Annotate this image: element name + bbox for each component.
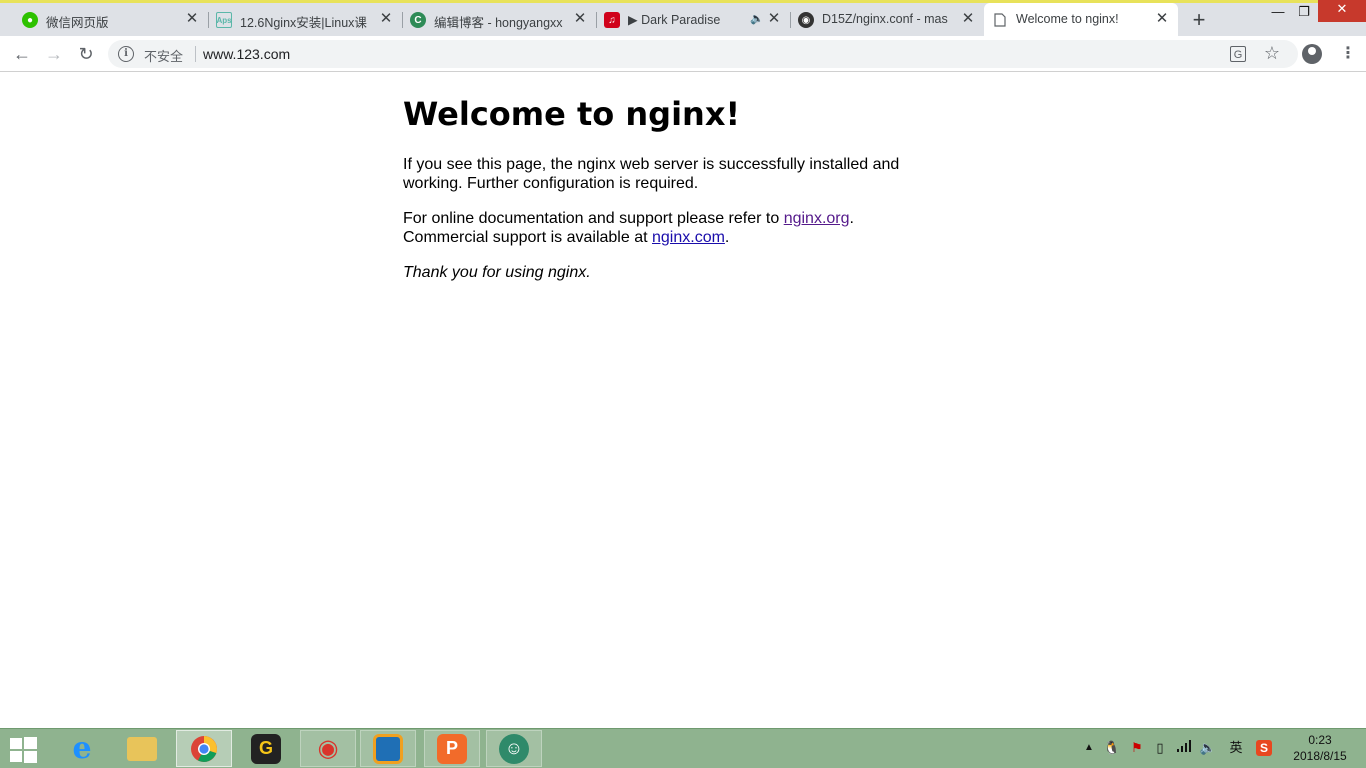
tab-title: ▶ Dark Paradise	[628, 13, 721, 27]
page-icon	[992, 12, 1008, 28]
close-icon[interactable]: ✕	[960, 11, 976, 27]
clock-time: 0:23	[1308, 733, 1332, 747]
address-bar[interactable]: i 不安全 G ☆	[108, 40, 1298, 68]
omnibox-divider	[195, 46, 196, 62]
tab-title: D15Z/nginx.conf - mas	[822, 12, 948, 26]
blog-c-icon: C	[410, 12, 426, 28]
bookmark-star-icon[interactable]: ☆	[1264, 43, 1280, 64]
page-viewport: Welcome to nginx! If you see this page, …	[0, 73, 1366, 728]
sloth-icon: ☺	[499, 733, 529, 764]
taskbar-wps[interactable]: P	[424, 730, 480, 767]
nginx-com-link[interactable]: nginx.com	[652, 229, 725, 246]
taskbar-snail-app[interactable]: ◉	[300, 730, 356, 767]
taskbar-file-explorer[interactable]	[114, 730, 170, 767]
device-icon[interactable]: ▯	[1150, 737, 1170, 759]
thanks-paragraph: Thank you for using nginx.	[403, 263, 923, 282]
taskbar-clock[interactable]: 0:23 2018/8/15	[1284, 732, 1356, 764]
forward-arrow-icon[interactable]: →	[42, 42, 66, 66]
windows-taskbar: e G ◉ P ☺ ▲ 🐧 ⚑ ▯ �	[0, 728, 1366, 768]
tab-strip: ● 微信网页版 ✕ Aps 12.6Nginx安装|Linux课 ✕ C 编辑博…	[0, 0, 1366, 36]
qq-icon[interactable]: 🐧	[1102, 737, 1122, 759]
sogou-input-icon[interactable]: S	[1254, 737, 1274, 759]
translate-icon[interactable]: G	[1230, 46, 1246, 62]
browser-toolbar: ← → ↻ i 不安全 G ☆ ⋮	[0, 36, 1366, 72]
tab-dark-paradise[interactable]: ♫ ▶ Dark Paradise 🔈 ✕	[596, 3, 791, 36]
profile-avatar-icon[interactable]	[1302, 44, 1322, 64]
windows-start-icon[interactable]	[10, 737, 38, 763]
ime-indicator[interactable]: 英	[1226, 737, 1246, 759]
support-paragraph: For online documentation and support ple…	[403, 209, 923, 247]
menu-dots-icon[interactable]: ⋮	[1338, 44, 1358, 64]
speaker-icon[interactable]: 🔈	[750, 12, 764, 25]
info-icon[interactable]: i	[118, 46, 134, 62]
tray-expand-icon[interactable]: ▲	[1082, 737, 1096, 759]
taskbar-vmware[interactable]	[360, 730, 416, 767]
internet-explorer-icon: e	[72, 731, 92, 766]
tab-github-nginx-conf[interactable]: ◉ D15Z/nginx.conf - mas ✕	[790, 3, 984, 36]
taskbar-internet-explorer[interactable]: e	[54, 730, 110, 767]
file-explorer-icon	[127, 736, 157, 761]
netease-music-icon: ♫	[604, 12, 620, 28]
close-icon[interactable]: ✕	[184, 11, 200, 27]
wechat-icon: ●	[22, 12, 38, 28]
tab-edit-blog[interactable]: C 编辑博客 - hongyangxx ✕	[402, 3, 597, 36]
taskbar-editor-app[interactable]: G	[238, 730, 294, 767]
tab-title: 编辑博客 - hongyangxx	[434, 16, 563, 30]
close-icon[interactable]: ✕	[378, 11, 394, 27]
chrome-icon	[189, 734, 219, 764]
tab-title: 12.6Nginx安装|Linux课	[240, 16, 367, 30]
nginx-org-link[interactable]: nginx.org	[784, 210, 850, 227]
close-icon[interactable]: ✕	[1154, 11, 1170, 27]
close-icon[interactable]: ✕	[766, 11, 782, 27]
period: .	[724, 229, 730, 246]
signal-icon[interactable]	[1174, 737, 1194, 759]
commercial-text: Commercial support is available at	[403, 229, 652, 246]
thanks-text: Thank you for using nginx.	[403, 264, 591, 281]
nginx-welcome: Welcome to nginx! If you see this page, …	[403, 95, 923, 298]
github-icon: ◉	[798, 12, 814, 28]
new-tab-button[interactable]: +	[1188, 9, 1210, 32]
window-close-button[interactable]: ✕	[1318, 0, 1366, 22]
clock-date: 2018/8/15	[1293, 749, 1347, 763]
back-arrow-icon[interactable]: ←	[10, 42, 34, 66]
install-paragraph: If you see this page, the nginx web serv…	[403, 156, 900, 192]
tab-title: Welcome to nginx!	[1016, 12, 1119, 26]
tab-wechat[interactable]: ● 微信网页版 ✕	[14, 3, 209, 36]
wps-presentation-icon: P	[437, 733, 467, 764]
security-label[interactable]: 不安全	[144, 46, 183, 65]
period: .	[849, 210, 854, 227]
network-warning-icon[interactable]: ⚑	[1128, 737, 1146, 759]
g-app-icon: G	[251, 733, 281, 764]
tab-welcome-nginx[interactable]: Welcome to nginx! ✕	[984, 3, 1178, 36]
aps-icon: Aps	[216, 12, 232, 28]
vmware-icon	[373, 733, 403, 764]
reload-icon[interactable]: ↻	[74, 42, 98, 66]
url-input[interactable]	[203, 46, 1103, 62]
tab-title: 微信网页版	[46, 16, 109, 30]
close-icon[interactable]: ✕	[572, 11, 588, 27]
snail-icon: ◉	[317, 735, 339, 762]
volume-icon[interactable]: 🔈	[1198, 737, 1218, 759]
taskbar-xshell[interactable]: ☺	[486, 730, 542, 767]
docs-text: For online documentation and support ple…	[403, 210, 784, 227]
taskbar-chrome[interactable]	[176, 730, 232, 767]
page-title: Welcome to nginx!	[403, 95, 741, 133]
tab-nginx-course[interactable]: Aps 12.6Nginx安装|Linux课 ✕	[208, 3, 403, 36]
